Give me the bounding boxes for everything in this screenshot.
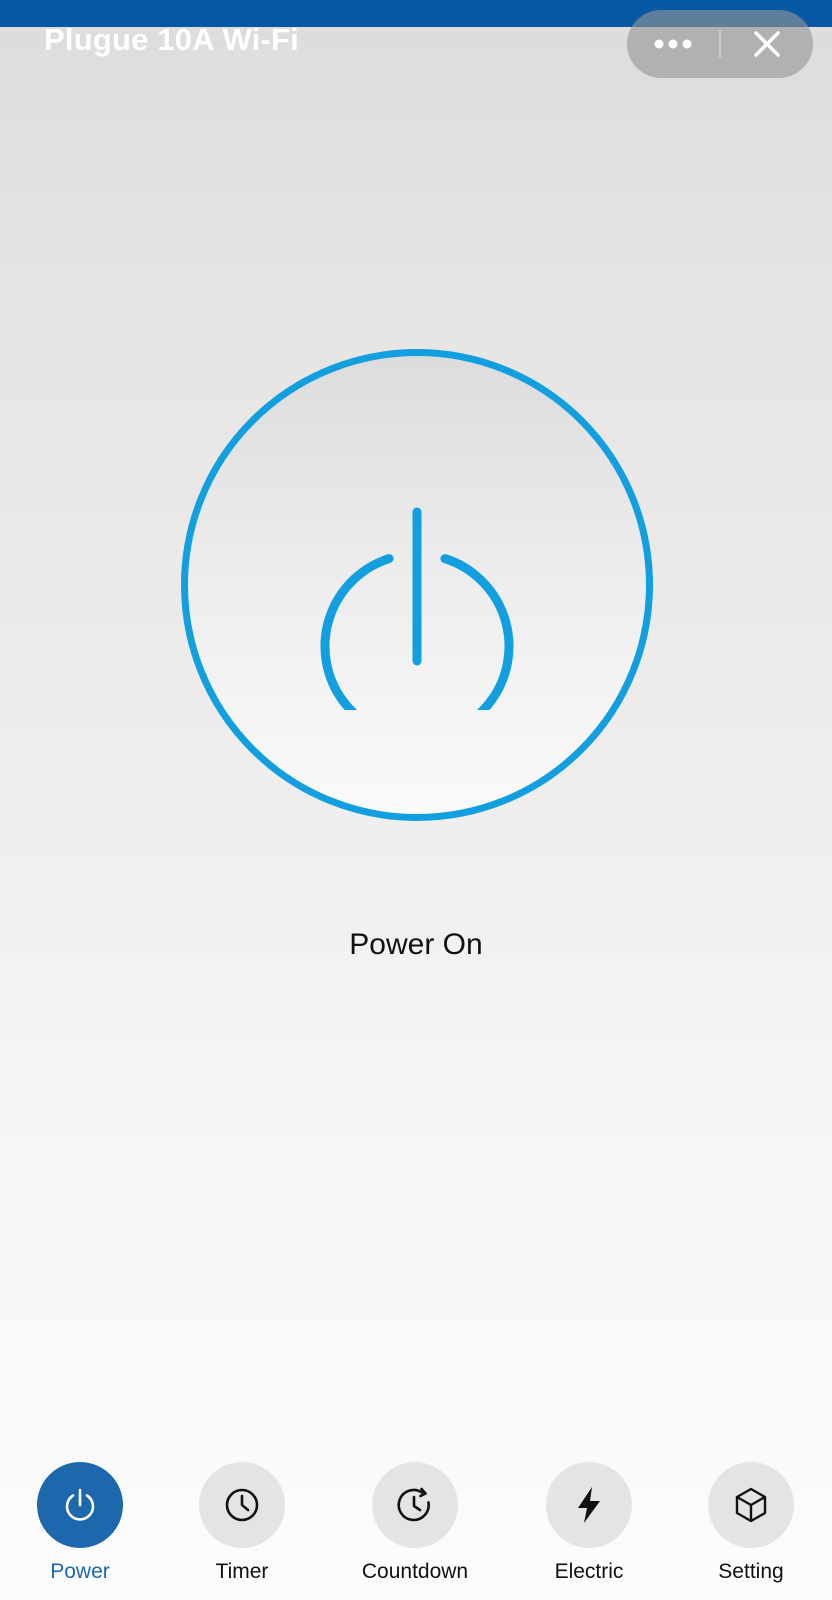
nav-timer-circle [199,1462,285,1548]
close-icon [754,31,780,57]
nav-label-power: Power [50,1560,110,1583]
power-toggle-button[interactable] [181,349,653,821]
more-dots-icon [654,39,692,49]
nav-countdown-circle [372,1462,458,1548]
nav-label-countdown: Countdown [361,1560,469,1583]
cube-icon [735,1487,767,1523]
nav-power-circle [37,1462,123,1548]
page-title: Plugue 10A Wi-Fi [44,22,299,57]
nav-item-countdown[interactable]: Countdown [340,1462,490,1584]
nav-item-electric[interactable]: Electric [514,1462,664,1584]
lightning-icon [578,1487,600,1523]
clock-icon [225,1488,259,1522]
nav-item-setting[interactable]: Setting [676,1462,826,1584]
bottom-nav: Power Timer Countdown Electric Setting [0,1462,832,1600]
countdown-icon [397,1487,430,1522]
close-button[interactable] [721,10,813,78]
nav-label-timer: Timer [215,1560,269,1583]
mini-program-capsule [627,10,813,78]
power-status-label: Power On [349,928,483,961]
nav-item-power[interactable]: Power [5,1462,155,1584]
more-button[interactable] [627,10,719,78]
nav-label-setting: Setting [718,1560,784,1583]
nav-item-timer[interactable]: Timer [167,1462,317,1584]
power-icon [65,1488,95,1521]
nav-setting-circle [708,1462,794,1548]
nav-label-electric: Electric [554,1560,624,1583]
nav-electric-circle [546,1462,632,1548]
power-icon [320,507,514,710]
